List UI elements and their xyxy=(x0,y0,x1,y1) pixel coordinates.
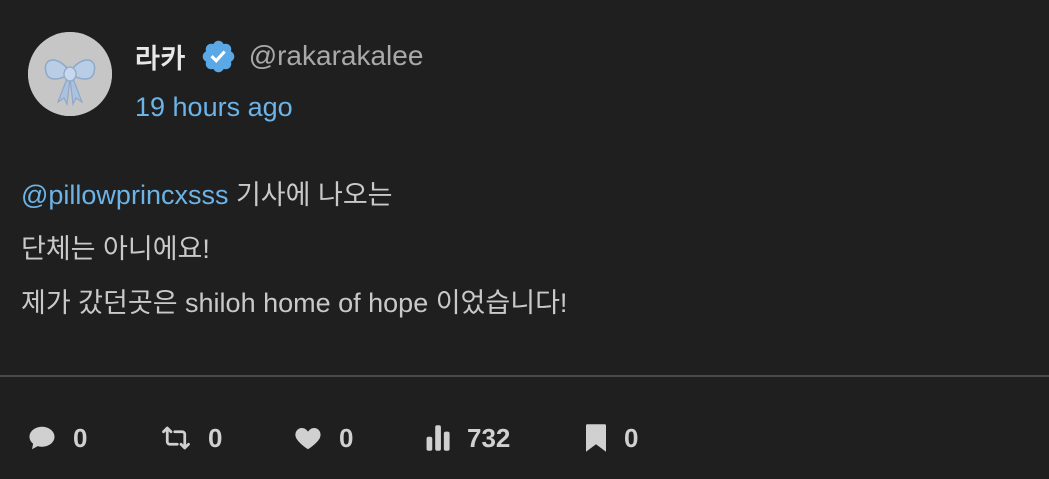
post-line-1: @pillowprincxsss 기사에 나오는 xyxy=(21,178,567,232)
reply-count: 0 xyxy=(73,422,88,453)
post-timestamp[interactable]: 19 hours ago xyxy=(135,92,293,123)
comment-icon xyxy=(29,426,55,450)
author-handle[interactable]: @rakarakalee xyxy=(249,40,424,72)
post-body: @pillowprincxsss 기사에 나오는 단체는 아니에요! 제가 갔던… xyxy=(21,178,567,340)
views-count: 732 xyxy=(467,422,511,453)
reply-button[interactable]: 0 xyxy=(27,418,87,458)
bookmark-button[interactable]: 0 xyxy=(584,418,638,458)
heart-icon xyxy=(295,428,321,450)
post-line-2: 단체는 아니에요! xyxy=(21,234,210,264)
action-bar: 0 0 0 732 0 xyxy=(0,418,1049,458)
post-card: 라카 @rakarakalee 19 hours ago @pillowprin… xyxy=(0,0,1049,479)
bookmark-icon xyxy=(586,424,606,452)
repost-icon xyxy=(162,426,190,450)
repost-button[interactable]: 0 xyxy=(160,418,222,458)
author-row: 라카 @rakarakalee xyxy=(135,36,423,76)
avatar[interactable] xyxy=(28,32,112,116)
verified-badge-icon xyxy=(200,38,237,75)
mention-link[interactable]: @pillowprincxsss xyxy=(21,180,228,210)
repost-count: 0 xyxy=(208,422,223,453)
like-count: 0 xyxy=(339,422,354,453)
bookmark-count: 0 xyxy=(624,422,639,453)
views-button[interactable]: 732 xyxy=(425,418,510,458)
views-chart-icon xyxy=(426,425,450,451)
post-line-3: 제가 갔던곳은 shiloh home of hope 이었습니다! xyxy=(21,288,568,318)
like-button[interactable]: 0 xyxy=(293,418,353,458)
post-line-1-text: 기사에 나오는 xyxy=(228,180,393,210)
display-name[interactable]: 라카 xyxy=(135,37,186,76)
bow-icon xyxy=(28,32,112,116)
divider xyxy=(0,375,1049,377)
